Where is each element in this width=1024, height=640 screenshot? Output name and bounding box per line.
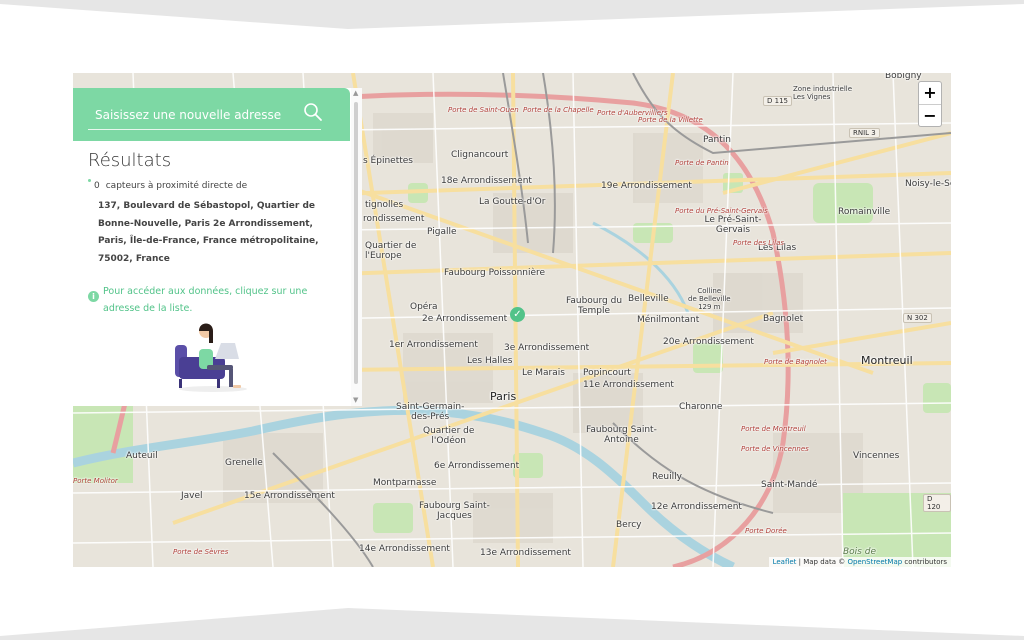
map-label-montparnasse: Montparnasse: [373, 478, 437, 488]
map-label-romainville: Romainville: [838, 207, 891, 217]
map-label-belleville: Belleville: [628, 294, 669, 304]
attribution-tail: contributors: [902, 558, 947, 566]
map-label-bobigny: Bobigny: [885, 73, 922, 81]
sensor-count-line: 0 capteurs à proximité directe de: [94, 181, 247, 191]
map-label-grenelle: Grenelle: [225, 458, 263, 468]
map-label-javel: Javel: [181, 491, 203, 501]
result-address-link[interactable]: 137, Boulevard de Sébastopol, Quartier d…: [98, 198, 323, 268]
map-label-porte-aubervilliers: Porte d'Aubervilliers: [597, 109, 668, 117]
map-label-faubourg-temple: Faubourg du Temple: [566, 296, 623, 316]
search-input[interactable]: [93, 104, 307, 126]
scroll-up-icon[interactable]: ▲: [353, 89, 358, 97]
map-label-13e: 13e Arrondissement: [480, 548, 571, 558]
map-label-porte-molitor: Porte Molitor: [73, 477, 118, 485]
map-label-goutte-dor: La Goutte-d'Or: [479, 197, 546, 207]
map-label-bagnolet: Bagnolet: [763, 314, 804, 324]
search-icon[interactable]: [303, 102, 323, 122]
location-marker-icon[interactable]: ✓: [510, 307, 525, 322]
map-label-12e: 12e Arrondissement: [651, 502, 742, 512]
map-label-porte-lilas: Porte des Lilas: [733, 239, 785, 247]
map-label-menilmontant: Ménilmontant: [637, 315, 700, 325]
attribution-text: | Map data ©: [796, 558, 848, 566]
map-label-pantin: Pantin: [703, 135, 731, 145]
results-panel: Résultats 0 capteurs à proximité directe …: [73, 88, 362, 406]
road-badge-rnil3: RNIL 3: [849, 128, 880, 138]
map-label-porte-villette: Porte de la Villette: [638, 116, 703, 124]
map-label-20e: 20e Arrondissement: [663, 337, 754, 347]
map-label-clignancourt: Clignancourt: [451, 150, 509, 160]
map-label-reuilly: Reuilly: [652, 472, 682, 482]
map-label-6e: 6e Arrondissement: [434, 461, 520, 471]
map-label-paris: Paris: [490, 390, 517, 403]
zoom-out-button[interactable]: −: [919, 104, 941, 127]
map-label-bois: Bois de: [843, 547, 876, 557]
map-label-faubourg-jacques: Faubourg Saint- Jacques: [419, 501, 490, 521]
map-label-1er: 1er Arrondissement: [389, 340, 478, 350]
map-label-porte-chapelle: Porte de la Chapelle: [523, 106, 594, 114]
map-label-porte-montreuil: Porte de Montreuil: [741, 425, 806, 433]
road-badge-d115: D 115: [763, 96, 792, 106]
map-label-porte-vincennes: Porte de Vincennes: [741, 445, 809, 453]
scroll-thumb[interactable]: [354, 102, 358, 384]
map-label-faubourg-poissonniere: Faubourg Poissonnière: [444, 268, 546, 278]
openstreetmap-link[interactable]: OpenStreetMap: [847, 558, 902, 566]
map-label-pre-saint-gervais: Le Pré-Saint-Gervais: [704, 215, 762, 235]
bullet-dot: [88, 179, 91, 182]
search-header: [73, 88, 350, 141]
map-label-porte-pre-saint-gervais: Porte du Pré-Saint-Gervais: [675, 207, 768, 215]
road-badge-n302: N 302: [903, 313, 932, 323]
results-title: Résultats: [88, 150, 172, 171]
map-label-zone-industrielle: Zone industrielle Les Vignes: [793, 85, 853, 101]
map-label-le-marais: Le Marais: [522, 368, 565, 378]
map-label-porte-bagnolet: Porte de Bagnolet: [764, 358, 827, 366]
map-attribution: Leaflet | Map data © OpenStreetMap contr…: [768, 557, 951, 567]
map-label-18e: 18e Arrondissement: [441, 176, 532, 186]
map-label-odeon: Quartier de l'Odéon: [423, 426, 475, 446]
map-label-auteuil: Auteuil: [126, 451, 158, 461]
map-label-11e: 11e Arrondissement: [583, 380, 674, 390]
map-label-vincennes: Vincennes: [853, 451, 900, 461]
map-label-arrondissement-8: rondissement: [363, 214, 425, 224]
results-scrollbar[interactable]: ▲ ▼: [351, 88, 362, 406]
info-message: Pour accéder aux données, cliquez sur un…: [103, 286, 308, 314]
zoom-in-button[interactable]: +: [919, 82, 941, 104]
map-label-15e: 15e Arrondissement: [244, 491, 335, 501]
map-label-epinettes: s Épinettes: [363, 156, 413, 166]
road-badge-d120: D 120: [923, 494, 951, 512]
map-label-les-halles: Les Halles: [467, 356, 513, 366]
map-label-3e: 3e Arrondissement: [504, 343, 590, 353]
sensor-count-suffix: capteurs à proximité directe de: [105, 181, 248, 191]
map-label-saint-mande: Saint-Mandé: [761, 480, 818, 490]
map-label-porte-doree: Porte Dorée: [745, 527, 787, 535]
map-label-porte-saint-ouen: Porte de Saint-Ouen: [448, 106, 519, 114]
map-label-colline-belleville: Colline de Belleville 129 m: [688, 287, 731, 311]
map-label-bercy: Bercy: [616, 520, 642, 530]
scroll-down-icon[interactable]: ▼: [353, 396, 358, 404]
leaflet-link[interactable]: Leaflet: [773, 558, 797, 566]
search-underline: [88, 129, 321, 130]
map-label-quartier-europe: Quartier de l'Europe: [365, 241, 417, 261]
map-label-batignolles: tignolles: [365, 200, 404, 210]
map-label-montreuil: Montreuil: [861, 354, 913, 367]
map-label-opera: Opéra: [410, 302, 438, 312]
info-icon: i: [88, 291, 99, 302]
map-label-porte-sevres: Porte de Sèvres: [173, 548, 229, 556]
map-label-porte-pantin: Porte de Pantin: [675, 159, 729, 167]
map-label-saint-germain: Saint-Germain-des-Prés: [396, 402, 465, 422]
map-label-14e: 14e Arrondissement: [359, 544, 450, 554]
map-label-noisy: Noisy-le-Se: [905, 179, 951, 189]
map-label-charonne: Charonne: [679, 402, 723, 412]
person-with-laptop-illustration: [175, 323, 247, 392]
map-label-popincourt: Popincourt: [583, 368, 631, 378]
map-label-faubourg-antoine: Faubourg Saint- Antoine: [586, 425, 657, 445]
zoom-control: + −: [918, 81, 942, 127]
map-label-pigalle: Pigalle: [427, 227, 457, 237]
sensor-count: 0: [94, 181, 100, 191]
map-label-2e: 2e Arrondissement: [422, 314, 508, 324]
map-label-19e: 19e Arrondissement: [601, 181, 692, 191]
